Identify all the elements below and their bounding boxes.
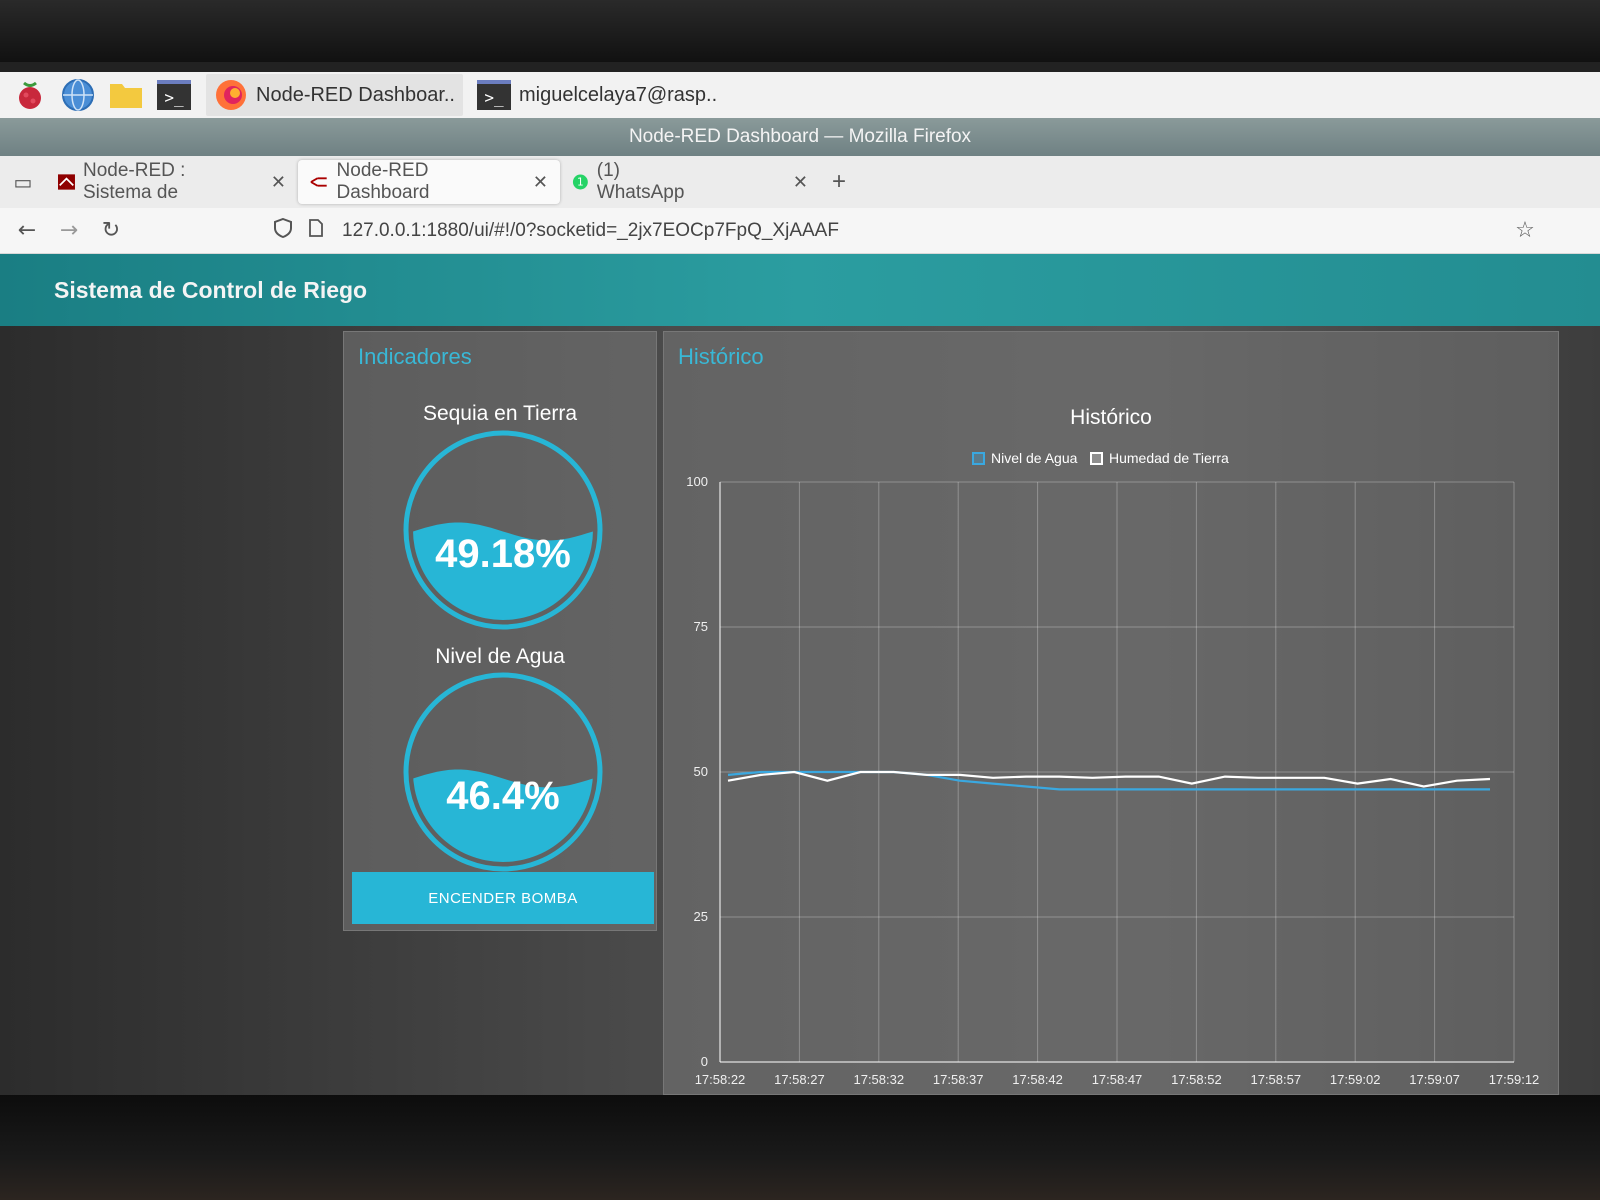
screen: >_ Node-RED Dashboar.. >_ miguelcelaya7@… bbox=[0, 62, 1600, 1095]
gauge-label: Sequia en Tierra bbox=[422, 402, 578, 425]
raspberry-menu-icon[interactable] bbox=[12, 77, 48, 113]
firefox-icon bbox=[216, 80, 246, 110]
series-line-humedad-tierra bbox=[727, 770, 1491, 788]
tab-label: Node-RED : Sistema de bbox=[82, 160, 186, 203]
x-tick-label: 17:58:32 bbox=[853, 1072, 904, 1087]
list-all-tabs-icon[interactable]: ▭ bbox=[0, 160, 46, 204]
tab-node-red-dashboard[interactable]: Node-RED Dashboard ✕ bbox=[298, 160, 560, 204]
taskbar-item-label: miguelcelaya7@rasp.. bbox=[518, 83, 718, 106]
terminal-icon: >_ bbox=[476, 80, 511, 110]
x-tick-label: 17:58:22 bbox=[695, 1072, 746, 1087]
dashboard: Sistema de Control de Riego Indicadores … bbox=[0, 254, 1600, 1095]
x-tick-label: 17:58:27 bbox=[774, 1072, 825, 1087]
gauge-sequia-tierra: 49.18% bbox=[403, 430, 603, 630]
y-tick-label: 75 bbox=[694, 619, 708, 634]
dashboard-title: Sistema de Control de Riego bbox=[54, 276, 368, 303]
url-bar[interactable]: 127.0.0.1:1880/ui/#!/0?socketid=_2jx7EOC… bbox=[342, 220, 839, 242]
close-tab-icon[interactable]: ✕ bbox=[271, 172, 286, 193]
web-browser-icon[interactable] bbox=[60, 77, 96, 113]
shield-icon[interactable] bbox=[262, 217, 304, 244]
bookmark-star-icon[interactable]: ☆ bbox=[1504, 218, 1546, 243]
x-tick-label: 17:58:52 bbox=[1171, 1072, 1222, 1087]
x-tick-label: 17:59:12 bbox=[1489, 1072, 1540, 1087]
x-tick-label: 17:59:07 bbox=[1409, 1072, 1460, 1087]
close-tab-icon[interactable]: ✕ bbox=[793, 172, 808, 193]
terminal-icon[interactable]: >_ bbox=[156, 77, 192, 113]
tab-node-red-editor[interactable]: Node-RED : Sistema de ✕ bbox=[46, 160, 298, 204]
reload-icon[interactable]: ↻ bbox=[90, 218, 132, 243]
monitor-bezel-bottom bbox=[0, 1095, 1600, 1200]
x-tick-label: 17:58:37 bbox=[933, 1072, 984, 1087]
y-tick-label: 25 bbox=[694, 909, 708, 924]
tab-label: Node-RED Dashboard bbox=[336, 160, 430, 203]
navigation-bar: ← → ↻ 127.0.0.1:1880/ui/#!/0?socketid=_2… bbox=[0, 208, 1600, 254]
y-tick-label: 0 bbox=[701, 1054, 708, 1069]
group-title: Indicadores bbox=[358, 344, 472, 369]
window-title: Node-RED Dashboard — Mozilla Firefox bbox=[628, 126, 972, 147]
x-tick-label: 17:59:02 bbox=[1330, 1072, 1381, 1087]
gauge-value: 49.18% bbox=[435, 532, 571, 576]
gauge-value: 46.4% bbox=[446, 774, 559, 818]
gauge-label: Nivel de Agua bbox=[435, 645, 565, 668]
taskbar: >_ Node-RED Dashboar.. >_ miguelcelaya7@… bbox=[0, 72, 1600, 118]
history-line-chart: 0 25 50 75 100 17:58:22 17:58:27 17:58:32 17:58:… bbox=[686, 474, 1540, 1087]
new-tab-button[interactable]: + bbox=[820, 160, 858, 204]
forward-arrow-icon[interactable]: → bbox=[48, 218, 90, 243]
whatsapp-icon: 1 bbox=[572, 174, 588, 190]
taskbar-item-firefox[interactable]: Node-RED Dashboar.. bbox=[206, 74, 463, 116]
page-icon bbox=[304, 218, 328, 243]
x-tick-label: 17:58:42 bbox=[1012, 1072, 1063, 1087]
gauge-nivel-agua: 46.4% bbox=[403, 672, 603, 872]
node-red-icon bbox=[58, 174, 75, 190]
x-tick-label: 17:58:47 bbox=[1092, 1072, 1143, 1087]
y-tick-label: 50 bbox=[694, 764, 708, 779]
taskbar-item-label: Node-RED Dashboar.. bbox=[256, 83, 455, 106]
svg-text:1: 1 bbox=[577, 177, 584, 189]
tab-whatsapp[interactable]: 1 (1) WhatsApp ✕ bbox=[560, 160, 820, 204]
y-tick-label: 100 bbox=[686, 474, 708, 489]
close-tab-icon[interactable]: ✕ bbox=[533, 172, 548, 193]
tab-bar: ▭ Node-RED : Sistema de ✕ Node-RED Dashb… bbox=[0, 156, 1600, 208]
file-manager-icon[interactable] bbox=[108, 77, 144, 113]
tab-label: (1) WhatsApp bbox=[596, 160, 685, 203]
node-red-icon bbox=[310, 177, 327, 187]
dashboard-header: Sistema de Control de Riego bbox=[0, 254, 1600, 326]
encender-bomba-button[interactable]: ENCENDER BOMBA bbox=[352, 872, 654, 924]
back-arrow-icon[interactable]: ← bbox=[6, 218, 48, 243]
historico-group: Histórico Histórico Nivel de Agua Humeda… bbox=[663, 331, 1559, 1095]
x-tick-label: 17:58:57 bbox=[1250, 1072, 1301, 1087]
monitor-bezel-top bbox=[0, 0, 1600, 62]
indicators-group: Indicadores Sequia en Tierra 49.18% Nive… bbox=[343, 331, 657, 931]
taskbar-item-terminal[interactable]: >_ miguelcelaya7@rasp.. bbox=[468, 74, 726, 116]
window-title-bar: Node-RED Dashboard — Mozilla Firefox bbox=[0, 118, 1600, 156]
